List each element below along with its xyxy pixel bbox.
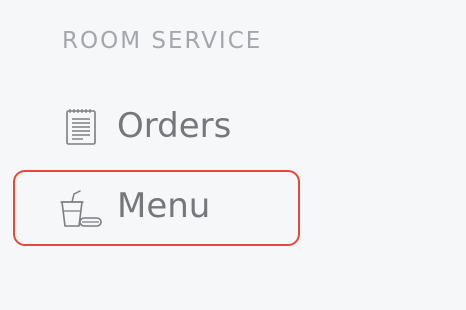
- sidebar-item-label: Menu: [117, 186, 211, 226]
- sidebar-item-orders[interactable]: Orders: [13, 88, 300, 164]
- section-title: ROOM SERVICE: [62, 28, 263, 54]
- notepad-icon: [61, 107, 101, 147]
- sidebar-item-label: Orders: [117, 106, 232, 146]
- sidebar-item-menu[interactable]: Menu: [13, 170, 300, 246]
- drink-and-food-icon: [58, 189, 102, 229]
